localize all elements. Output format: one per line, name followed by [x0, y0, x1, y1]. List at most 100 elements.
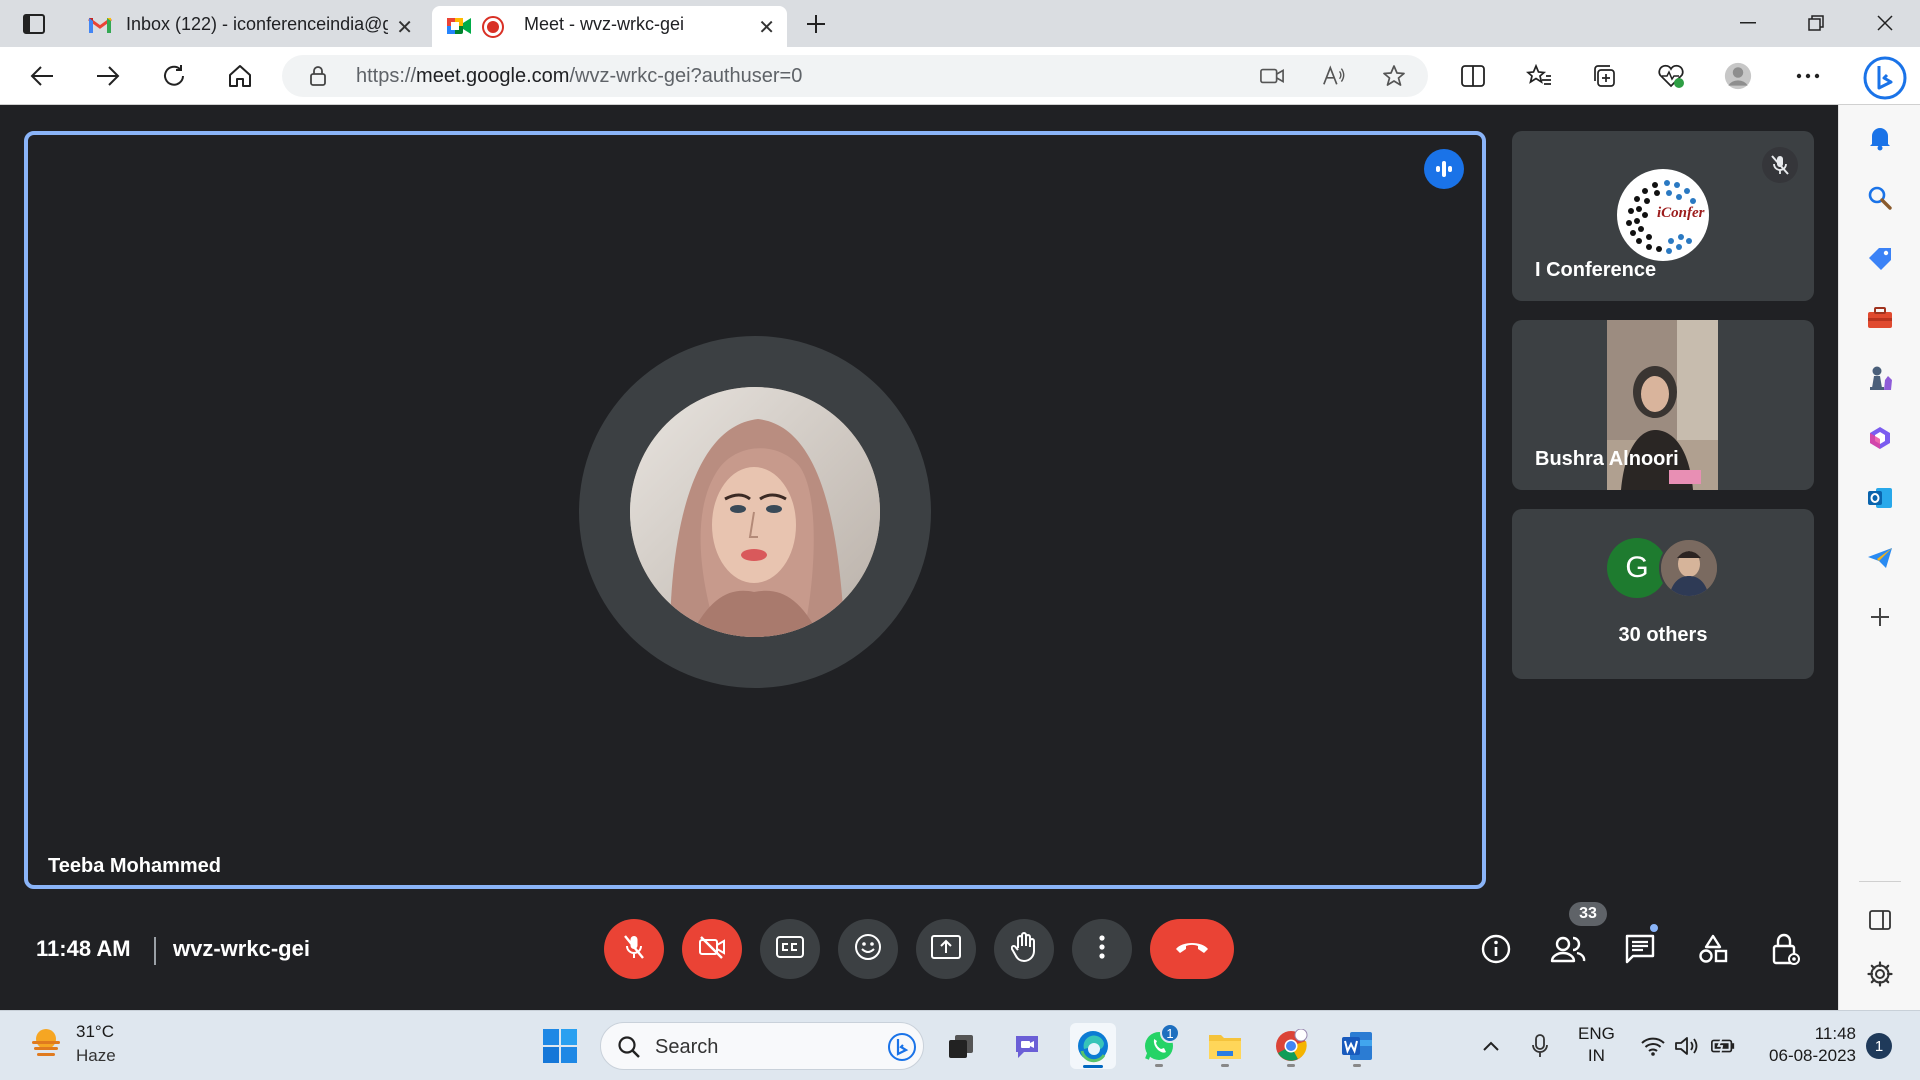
bing-copilot-icon[interactable] — [1862, 55, 1908, 101]
leave-call-button[interactable] — [1150, 919, 1234, 979]
forward-icon[interactable] — [92, 60, 124, 92]
weather-temperature: 31°C — [76, 1022, 114, 1041]
new-tab-icon[interactable] — [802, 12, 830, 36]
windows-taskbar: 31°C Haze Search 1 ENG IN 11:48 06-08-20… — [0, 1010, 1920, 1080]
hide-sidebar-icon[interactable] — [1865, 905, 1895, 935]
restore-icon[interactable] — [1801, 10, 1831, 36]
lock-icon[interactable] — [306, 64, 330, 88]
chat-icon[interactable] — [1620, 929, 1660, 969]
weather-haze-icon[interactable] — [28, 1025, 64, 1061]
divider — [154, 937, 156, 965]
raise-hand-button[interactable] — [994, 919, 1054, 979]
hand-icon — [1010, 931, 1037, 967]
more-options-icon[interactable] — [1794, 62, 1822, 90]
clock-time: 11:48 — [1814, 1024, 1856, 1043]
profile-avatar-icon[interactable] — [1724, 62, 1752, 90]
close-window-icon[interactable] — [1870, 10, 1900, 36]
notifications-bell-icon[interactable] — [1865, 123, 1895, 153]
close-tab-icon[interactable]: ✕ — [396, 15, 413, 40]
meet-area: Teeba Mohammed iConfer I Conference Bush… — [0, 105, 1838, 1010]
split-screen-icon[interactable] — [1459, 62, 1487, 90]
present-screen-button[interactable] — [916, 919, 976, 979]
host-controls-icon[interactable] — [1766, 929, 1806, 969]
url-path: /wvz-wrkc-gei?authuser=0 — [569, 65, 803, 87]
meeting-details-icon[interactable] — [1476, 929, 1516, 969]
search-placeholder: Search — [655, 1036, 719, 1058]
browser-essentials-icon[interactable] — [1657, 62, 1685, 90]
main-speaker-tile[interactable]: Teeba Mohammed — [24, 131, 1486, 889]
captions-button[interactable] — [760, 919, 820, 979]
collections-icon[interactable] — [1591, 62, 1619, 90]
people-icon[interactable] — [1548, 929, 1588, 969]
taskbar-clock[interactable]: 11:48 06-08-2023 — [1760, 1023, 1856, 1067]
emoji-icon — [854, 933, 882, 966]
shopping-tag-icon[interactable] — [1865, 243, 1895, 273]
participant-tile-others[interactable]: G 30 others — [1512, 509, 1814, 679]
chat-notification-dot — [1648, 922, 1660, 934]
whatsapp-icon[interactable]: 1 — [1136, 1023, 1182, 1069]
task-view-icon[interactable] — [938, 1023, 984, 1069]
avatar: G — [1607, 538, 1667, 598]
games-chess-icon[interactable] — [1865, 363, 1895, 393]
input-language[interactable]: ENG IN — [1578, 1023, 1615, 1067]
active-indicator — [1083, 1065, 1103, 1068]
meeting-clock: 11:48 AM — [36, 936, 131, 961]
close-tab-icon[interactable]: ✕ — [758, 15, 775, 40]
logo-text: iConfer — [1657, 205, 1705, 221]
avatar — [630, 387, 880, 637]
settings-gear-icon[interactable] — [1865, 959, 1895, 989]
read-aloud-icon[interactable] — [1322, 64, 1346, 88]
wifi-icon[interactable] — [1640, 1033, 1666, 1059]
microsoft-365-icon[interactable] — [1865, 423, 1895, 453]
search-icon[interactable] — [1865, 183, 1895, 213]
home-icon[interactable] — [224, 60, 256, 92]
tools-briefcase-icon[interactable] — [1865, 303, 1895, 333]
show-hidden-icons-chevron-up-icon[interactable] — [1478, 1033, 1504, 1059]
avatar — [1659, 538, 1719, 598]
volume-icon[interactable] — [1674, 1033, 1700, 1059]
tab-meet[interactable]: Meet - wvz-wrkc-gei ✕ — [432, 6, 787, 47]
tab-title: Inbox (122) - iconferenceindia@g — [126, 14, 388, 34]
taskbar-search-box[interactable]: Search — [600, 1022, 924, 1070]
url-host: meet.google.com — [416, 65, 570, 87]
participant-name: Bushra Alnoori — [1535, 448, 1679, 470]
reactions-button[interactable] — [838, 919, 898, 979]
whatsapp-badge: 1 — [1160, 1023, 1180, 1043]
activities-icon[interactable] — [1693, 929, 1733, 969]
favorite-star-icon[interactable] — [1382, 64, 1406, 88]
edge-sidebar — [1838, 105, 1920, 1010]
address-bar[interactable]: https://meet.google.com/wvz-wrkc-gei?aut… — [282, 55, 1428, 97]
toggle-mic-button[interactable] — [604, 919, 664, 979]
minimize-icon[interactable] — [1733, 10, 1763, 36]
bing-icon[interactable] — [887, 1032, 917, 1067]
teams-chat-icon[interactable] — [1004, 1023, 1050, 1069]
send-telegram-icon[interactable] — [1865, 543, 1895, 573]
tab-actions-icon[interactable] — [22, 12, 46, 36]
participant-tile-iconference[interactable]: iConfer I Conference — [1512, 131, 1814, 301]
toggle-camera-button[interactable] — [682, 919, 742, 979]
more-vert-icon — [1099, 934, 1105, 964]
more-options-button[interactable] — [1072, 919, 1132, 979]
notification-count-badge[interactable]: 1 — [1866, 1033, 1892, 1059]
participant-tile-bushra[interactable]: Bushra Alnoori — [1512, 320, 1814, 490]
favorites-icon[interactable] — [1525, 62, 1553, 90]
google-meet-icon — [446, 16, 472, 41]
browser-toolbar: https://meet.google.com/wvz-wrkc-gei?aut… — [0, 47, 1920, 105]
windows-start-icon[interactable] — [542, 1028, 578, 1064]
camera-permission-icon[interactable] — [1260, 64, 1284, 88]
tab-gmail[interactable]: Inbox (122) - iconferenceindia@g ✕ — [70, 6, 425, 47]
browser-tab-bar: Inbox (122) - iconferenceindia@g ✕ Meet … — [0, 0, 1920, 47]
microphone-icon[interactable] — [1527, 1033, 1553, 1059]
add-icon[interactable] — [1865, 602, 1895, 632]
chrome-icon[interactable] — [1268, 1023, 1314, 1069]
back-icon[interactable] — [26, 60, 58, 92]
outlook-icon[interactable] — [1865, 483, 1895, 513]
word-icon[interactable] — [1334, 1023, 1380, 1069]
refresh-icon[interactable] — [158, 60, 190, 92]
camera-off-icon — [698, 935, 726, 964]
main-speaker-name: Teeba Mohammed — [48, 855, 221, 877]
battery-icon[interactable] — [1710, 1033, 1736, 1059]
edge-browser-icon[interactable] — [1070, 1023, 1116, 1069]
file-explorer-icon[interactable] — [1202, 1023, 1248, 1069]
meeting-code: wvz-wrkc-gei — [173, 936, 310, 961]
